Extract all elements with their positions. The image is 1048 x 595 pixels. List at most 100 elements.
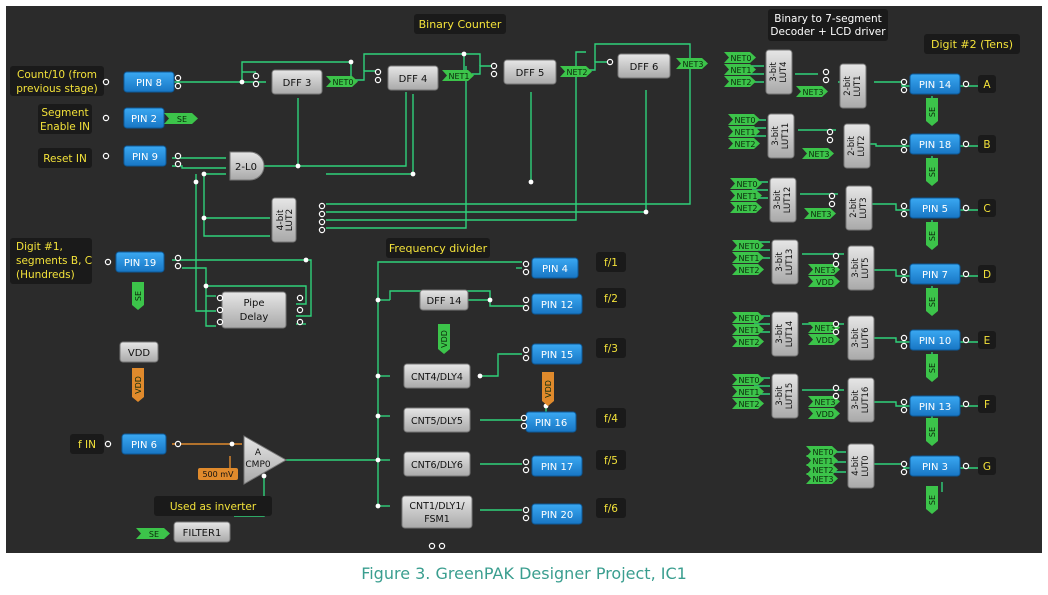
segment-e-label: E — [984, 335, 991, 347]
port-6[interactable] — [174, 160, 182, 168]
dff5-label: DFF 5 — [516, 68, 545, 79]
cnt5-label: CNT5/DLY5 — [411, 416, 463, 427]
port-0[interactable] — [102, 78, 110, 86]
port-9[interactable] — [174, 262, 182, 270]
port-17[interactable] — [522, 354, 530, 362]
se-flag-filter-label: SE — [149, 530, 159, 539]
port-28[interactable] — [962, 336, 970, 344]
pipe-delay-line1: Pipe — [243, 298, 264, 309]
port-20[interactable] — [522, 458, 530, 466]
port-56[interactable] — [832, 252, 840, 260]
port-49[interactable] — [318, 226, 326, 234]
port-51[interactable] — [822, 76, 830, 84]
port-16[interactable] — [522, 346, 530, 354]
port-1[interactable] — [174, 74, 182, 82]
port-12[interactable] — [522, 260, 530, 268]
cnt4-label: CNT4/DLY4 — [411, 372, 463, 383]
port-65[interactable] — [900, 146, 908, 154]
port-5[interactable] — [174, 152, 182, 160]
port-31[interactable] — [428, 542, 436, 550]
port-33[interactable] — [252, 72, 260, 80]
lut2-label-line2: LUT2 — [285, 209, 295, 231]
port-40[interactable] — [216, 294, 224, 302]
port-70[interactable] — [900, 334, 908, 342]
port-46[interactable] — [318, 202, 326, 210]
port-35[interactable] — [374, 68, 382, 76]
pin10-label: PIN 10 — [919, 336, 951, 347]
port-36[interactable] — [374, 76, 382, 84]
port-73[interactable] — [900, 406, 908, 414]
port-37[interactable] — [490, 62, 498, 70]
port-38[interactable] — [490, 70, 498, 78]
freq-divider-title: Frequency divider — [389, 242, 488, 255]
port-72[interactable] — [900, 398, 908, 406]
logic-blocks: DFF 3 DFF 4 DFF 5 DFF 6 2-L0 4-bit LUT2 … — [119, 53, 671, 543]
port-58[interactable] — [832, 320, 840, 328]
port-44[interactable] — [296, 306, 304, 314]
junction-0 — [239, 79, 245, 85]
port-11[interactable] — [174, 440, 182, 448]
port-68[interactable] — [900, 268, 908, 276]
port-66[interactable] — [900, 202, 908, 210]
port-64[interactable] — [900, 138, 908, 146]
port-15[interactable] — [522, 304, 530, 312]
port-54[interactable] — [828, 192, 836, 200]
dec3-lut-a-line1: 3-bit — [775, 252, 785, 272]
port-39[interactable] — [606, 58, 614, 66]
port-52[interactable] — [826, 128, 834, 136]
port-22[interactable] — [522, 506, 530, 514]
port-13[interactable] — [522, 268, 530, 276]
port-61[interactable] — [832, 392, 840, 400]
count-label-line1: Count/10 (from — [17, 69, 97, 81]
port-26[interactable] — [962, 204, 970, 212]
port-59[interactable] — [832, 328, 840, 336]
port-32[interactable] — [438, 542, 446, 550]
port-71[interactable] — [900, 342, 908, 350]
port-24[interactable] — [962, 80, 970, 88]
schematic-canvas: Binary Counter Binary to 7-segment Decod… — [6, 6, 1042, 553]
port-25[interactable] — [962, 140, 970, 148]
se-flag-seg4-label: SE — [928, 363, 937, 373]
port-29[interactable] — [962, 400, 970, 408]
port-3[interactable] — [102, 114, 110, 122]
port-18[interactable] — [520, 414, 528, 422]
dec4-net1-flag-label: NET1 — [738, 326, 759, 335]
port-4[interactable] — [102, 152, 110, 160]
port-14[interactable] — [522, 296, 530, 304]
port-55[interactable] — [828, 200, 836, 208]
pin19-label: PIN 19 — [124, 258, 156, 269]
port-7[interactable] — [104, 258, 112, 266]
port-27[interactable] — [962, 270, 970, 278]
dec5-lut-a-line1: 3-bit — [775, 386, 785, 406]
dec2-net2-flag-label: NET2 — [736, 204, 757, 213]
port-21[interactable] — [522, 466, 530, 474]
segment-label-line2: Enable IN — [40, 121, 90, 133]
port-34[interactable] — [252, 80, 260, 88]
port-2[interactable] — [174, 82, 182, 90]
port-45[interactable] — [296, 318, 304, 326]
vdd-flag-block-label: VDD — [134, 376, 143, 394]
port-69[interactable] — [900, 276, 908, 284]
port-50[interactable] — [822, 68, 830, 76]
port-30[interactable] — [962, 462, 970, 470]
port-57[interactable] — [832, 260, 840, 268]
port-53[interactable] — [826, 136, 834, 144]
port-41[interactable] — [216, 306, 224, 314]
port-60[interactable] — [832, 384, 840, 392]
port-62[interactable] — [900, 78, 908, 86]
dec3-net0-flag-label: NET0 — [738, 242, 759, 251]
junction-15 — [229, 441, 235, 447]
port-74[interactable] — [900, 460, 908, 468]
port-23[interactable] — [522, 514, 530, 522]
port-42[interactable] — [216, 318, 224, 326]
port-8[interactable] — [174, 254, 182, 262]
port-67[interactable] — [900, 210, 908, 218]
port-10[interactable] — [104, 440, 112, 448]
port-63[interactable] — [900, 86, 908, 94]
port-19[interactable] — [520, 422, 528, 430]
port-75[interactable] — [900, 468, 908, 476]
port-47[interactable] — [318, 210, 326, 218]
port-43[interactable] — [296, 294, 304, 302]
dec3-lut-a-line2: LUT13 — [785, 249, 795, 276]
port-48[interactable] — [318, 218, 326, 226]
